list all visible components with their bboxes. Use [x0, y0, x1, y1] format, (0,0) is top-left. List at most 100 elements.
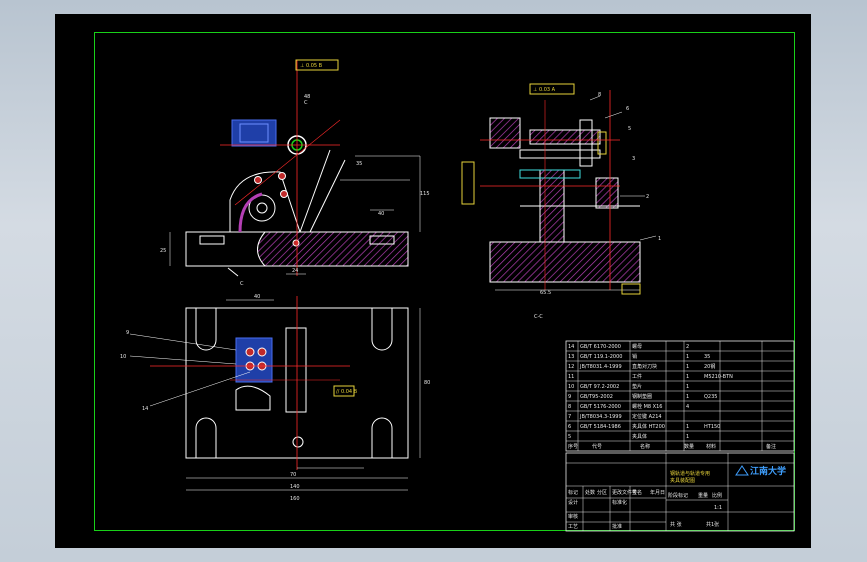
- bom-cell: 1: [686, 394, 689, 400]
- bom-cell: GB/T 5176-2000: [580, 404, 621, 410]
- bom-cell: 13: [568, 354, 574, 360]
- bom-cell: 垫片: [632, 383, 642, 390]
- bom-cell: 1: [686, 364, 689, 370]
- bom-cell: GB/T 5184-1986: [580, 424, 621, 430]
- svg-text:3: 3: [632, 156, 635, 162]
- university-logo: 江南大学: [750, 465, 786, 477]
- svg-text:处数: 处数: [585, 489, 595, 496]
- svg-text:115: 115: [420, 191, 430, 197]
- svg-text:共1张: 共1张: [706, 521, 719, 528]
- bom-cell: 1: [686, 424, 689, 430]
- bom-cell: 销: [632, 353, 637, 360]
- bom-cell: 35: [704, 354, 710, 360]
- svg-text:比例: 比例: [712, 492, 722, 499]
- bom-header: 名称: [640, 443, 650, 450]
- svg-text:35: 35: [356, 161, 362, 167]
- bom-header: 序号: [568, 443, 578, 450]
- svg-text:标记: 标记: [568, 489, 578, 496]
- svg-text:签名: 签名: [632, 489, 642, 496]
- svg-text:共 张: 共 张: [670, 521, 682, 528]
- svg-text:9: 9: [126, 330, 129, 336]
- svg-text:C-C: C-C: [534, 314, 543, 320]
- svg-text:设计: 设计: [568, 499, 578, 506]
- svg-text:14: 14: [142, 406, 148, 412]
- bom-cell: 20钢: [704, 363, 715, 370]
- bom-cell: 夹具体 HT200: [632, 423, 665, 430]
- svg-text:1: 1: [658, 236, 661, 242]
- svg-text:6: 6: [626, 106, 629, 112]
- bom-cell: 12: [568, 364, 574, 370]
- bom-cell: 螺栓 M8 X16: [632, 403, 662, 410]
- bom-cell: 1: [686, 374, 689, 380]
- bom-cell: GB/T 6170-2000: [580, 344, 621, 350]
- bom-cell: 11: [568, 374, 574, 380]
- workpiece-top: [235, 337, 273, 383]
- cad-canvas: ⊥ 0.05 B 115 25 24 40 35 48 C C ⊥ 0.03 A: [120, 59, 795, 532]
- svg-text:2: 2: [646, 194, 649, 200]
- bom-header: 数量: [684, 443, 694, 450]
- bom-cell: GB/T95-2002: [580, 394, 613, 400]
- bom-cell: JB/T8031.4-1999: [579, 364, 622, 370]
- bom-cell: GB/T 97.2-2002: [580, 384, 619, 390]
- bom-cell: 14: [568, 344, 574, 350]
- bom-header: 代号: [592, 443, 602, 450]
- svg-text:8: 8: [598, 92, 601, 98]
- bom-cell: 螺母: [632, 343, 642, 350]
- bom-cell: M5210-BTN: [704, 374, 733, 380]
- bom-header: 材料: [706, 443, 716, 450]
- svg-text:160: 160: [290, 496, 300, 502]
- top-view: // 0.04 B 9 10 14 70 140 160 80 40: [120, 294, 430, 502]
- svg-text:25: 25: [160, 248, 166, 254]
- bom-cell: 9: [568, 394, 571, 400]
- base-hatch: [257, 231, 409, 267]
- svg-text:10: 10: [120, 354, 126, 360]
- svg-text:65.5: 65.5: [540, 290, 551, 296]
- bom-cell: 定位键 A214: [632, 413, 662, 420]
- bom-cell: 6: [568, 424, 571, 430]
- bom-cell: Q235: [704, 394, 717, 400]
- svg-text:阶段标记: 阶段标记: [668, 492, 688, 499]
- bom-cell: 5: [568, 434, 571, 440]
- svg-text:1:1: 1:1: [714, 505, 722, 511]
- bom-cell: 1: [686, 434, 689, 440]
- svg-text:分区: 分区: [597, 489, 607, 496]
- bom-cell: 4: [686, 404, 689, 410]
- svg-text:80: 80: [424, 380, 430, 386]
- bom-cell: 2: [686, 344, 689, 350]
- bom-cell: 8: [568, 404, 571, 410]
- bom-cell: 1: [686, 384, 689, 390]
- svg-text:钢轨道与轨道专用: 钢轨道与轨道专用: [670, 470, 710, 477]
- svg-text:⊥ 0.03 A: ⊥ 0.03 A: [533, 87, 556, 93]
- bom-cell: HT150: [704, 424, 720, 430]
- section-base: [489, 241, 641, 283]
- bom-cell: 钢制垫圈: [632, 393, 652, 400]
- svg-text:批准: 批准: [612, 523, 622, 530]
- svg-text:40: 40: [254, 294, 260, 300]
- svg-text:⊥ 0.05 B: ⊥ 0.05 B: [300, 63, 323, 69]
- svg-text:C: C: [240, 281, 244, 287]
- svg-text:标准化: 标准化: [612, 499, 627, 506]
- front-view: ⊥ 0.05 B 115 25 24 40 35 48 C C: [160, 59, 430, 287]
- svg-text:5: 5: [628, 126, 631, 132]
- svg-text:年月日: 年月日: [650, 489, 665, 496]
- title-block: 钢轨道与轨道专用 夹具装配图 江南大学 标记 处数 分区 更改文件号 签名 年月…: [565, 452, 795, 532]
- svg-text:C: C: [304, 100, 308, 106]
- bom-cell: 7: [568, 414, 571, 420]
- datum-frame-vertical: [461, 161, 475, 205]
- bom-cell: 夹具体: [632, 433, 647, 440]
- bom-cell: 1: [686, 354, 689, 360]
- svg-text:140: 140: [290, 484, 300, 490]
- svg-text:审核: 审核: [568, 513, 578, 520]
- svg-text:// 0.04 B: // 0.04 B: [336, 389, 358, 395]
- svg-text:70: 70: [290, 472, 296, 478]
- svg-text:24: 24: [292, 268, 298, 274]
- svg-text:工艺: 工艺: [568, 524, 578, 530]
- section-view: ⊥ 0.03 A 6 5 3 2 1 8 65.5 C-C: [461, 83, 661, 320]
- bom-cell: JB/T8034.3-1999: [579, 414, 622, 420]
- bom-header: 备注: [766, 443, 776, 450]
- bom-cell: GB/T 119.1-2000: [580, 354, 622, 360]
- bom-cell: 工件: [632, 373, 642, 380]
- svg-text:重量: 重量: [698, 492, 708, 499]
- bom-cell: 10: [568, 384, 574, 390]
- svg-text:40: 40: [378, 211, 384, 217]
